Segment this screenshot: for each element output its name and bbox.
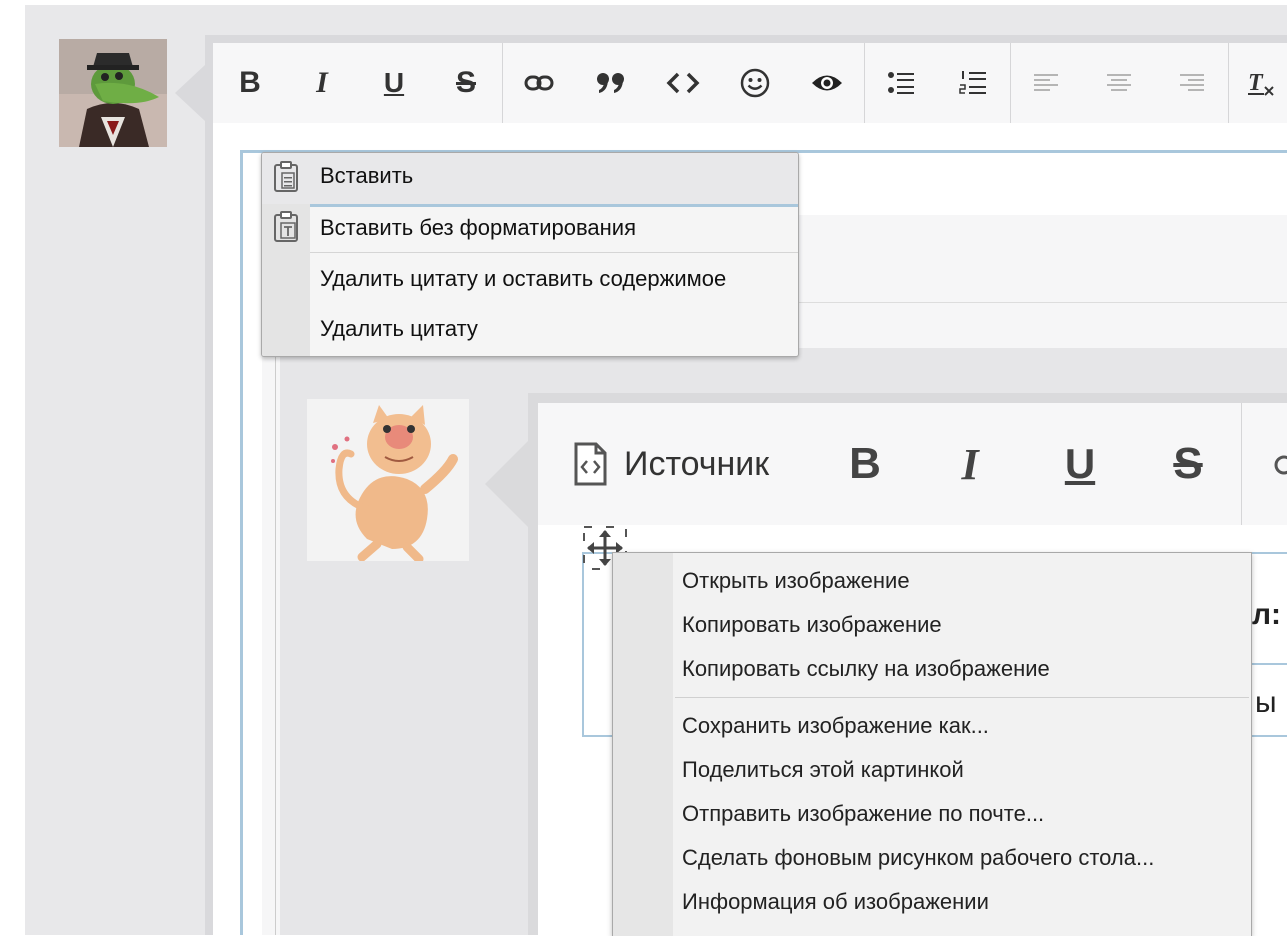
nested-link-icon xyxy=(1274,455,1287,475)
menu-item-paste-plain[interactable]: Вставить без форматирования xyxy=(310,204,798,252)
remove-format-icon: T xyxy=(1248,70,1274,96)
menu-item-label: Поделиться этой картинкой xyxy=(682,757,964,782)
underline-button[interactable]: U xyxy=(364,43,424,123)
nested-italic-button[interactable]: I xyxy=(955,403,985,525)
menu-item-label: Сохранить изображение как... xyxy=(682,713,989,738)
bullet-list-button[interactable] xyxy=(871,43,931,123)
bullet-list-icon xyxy=(888,72,914,94)
svg-text:T: T xyxy=(1248,70,1264,96)
align-center-icon xyxy=(1107,74,1131,91)
nested-underline-glyph: U xyxy=(1064,440,1096,487)
cat-avatar-icon xyxy=(307,399,469,561)
toolbar-separator xyxy=(502,43,503,123)
clipboard-text-icon xyxy=(274,211,298,242)
link-icon xyxy=(524,75,554,91)
menu-item-label: Сделать фоновым рисунком рабочего стола.… xyxy=(682,845,1155,870)
link-button[interactable] xyxy=(509,43,569,123)
menu-item-image-info[interactable]: Информация об изображении xyxy=(673,880,1251,924)
align-right-icon xyxy=(1180,74,1204,91)
eye-icon xyxy=(812,75,842,91)
menu-item-save-image[interactable]: Сохранить изображение как... xyxy=(673,704,1251,748)
image-clipped-text: ы xyxy=(1255,686,1277,719)
menu-item-unquote-keep[interactable]: Удалить цитату и оставить содержимое xyxy=(310,254,798,304)
strike-glyph: S xyxy=(455,66,476,99)
source-doc-icon xyxy=(574,442,607,486)
menu-item-label: Информация об изображении xyxy=(682,889,989,914)
menu-item-email-image[interactable]: Отправить изображение по почте... xyxy=(673,792,1251,836)
menu-item-label: Копировать изображение xyxy=(682,612,942,637)
menu-separator xyxy=(310,252,798,253)
nested-strike-glyph: S xyxy=(1173,439,1203,488)
nested-avatar-pointer xyxy=(485,440,529,528)
crocodile-avatar-icon xyxy=(59,39,167,147)
align-right-button[interactable] xyxy=(1161,43,1221,123)
quote-icon xyxy=(597,73,624,93)
numbered-list-button[interactable] xyxy=(943,43,1003,123)
menu-item-label: Удалить цитату xyxy=(320,316,478,341)
menu-item-label: Вставить xyxy=(320,163,414,188)
menu-item-share-image[interactable]: Поделиться этой картинкой xyxy=(673,748,1251,792)
menu-separator xyxy=(675,697,1249,698)
smiley-icon xyxy=(740,68,770,98)
remove-format-button[interactable]: T xyxy=(1235,43,1287,123)
nested-strike-button[interactable]: S xyxy=(1168,403,1208,525)
toolbar-separator xyxy=(1010,43,1011,123)
menu-item-paste[interactable]: Вставить xyxy=(310,153,798,199)
image-context-menu: Открыть изображение Копировать изображен… xyxy=(612,552,1252,936)
code-icon xyxy=(666,72,700,94)
align-left-icon xyxy=(1034,74,1058,91)
user-avatar[interactable] xyxy=(59,39,167,147)
nested-toolbar-separator xyxy=(1241,403,1242,525)
nested-underline-button[interactable]: U xyxy=(1062,403,1098,525)
quote-button[interactable] xyxy=(581,43,641,123)
quote-left-rule xyxy=(275,302,276,935)
source-button[interactable]: Источник xyxy=(572,403,769,525)
clipboard-icon xyxy=(274,161,298,192)
emoji-button[interactable] xyxy=(725,43,785,123)
nested-user-avatar[interactable] xyxy=(307,399,469,561)
bold-glyph: B xyxy=(239,66,261,99)
nested-link-button[interactable] xyxy=(1272,453,1287,477)
toolbar-separator xyxy=(1228,43,1229,123)
menu-item-copy-image[interactable]: Копировать изображение xyxy=(673,603,1251,647)
nested-bold-button[interactable]: B xyxy=(848,403,882,525)
align-left-button[interactable] xyxy=(1017,43,1077,123)
underline-glyph: U xyxy=(383,67,405,98)
menu-item-delete-quote[interactable]: Удалить цитату xyxy=(310,304,798,354)
nested-bold-glyph: B xyxy=(849,439,881,488)
italic-button[interactable]: I xyxy=(292,43,352,123)
nested-italic-glyph: I xyxy=(961,439,979,489)
menu-item-open-image[interactable]: Открыть изображение xyxy=(673,559,1251,603)
code-button[interactable] xyxy=(653,43,713,123)
paste-plain-icon xyxy=(272,210,300,244)
numbered-list-icon xyxy=(959,71,986,94)
source-label: Источник xyxy=(624,444,770,483)
toolbar-separator xyxy=(864,43,865,123)
outer-toolbar: B I U S T xyxy=(213,43,1287,123)
menu-icon-gutter xyxy=(613,553,673,936)
strike-button[interactable]: S xyxy=(436,43,496,123)
bold-button[interactable]: B xyxy=(220,43,280,123)
menu-item-label: Открыть изображение xyxy=(682,568,910,593)
menu-item-label: Копировать ссылку на изображение xyxy=(682,656,1050,681)
italic-glyph: I xyxy=(316,66,328,99)
avatar-pointer xyxy=(175,65,205,121)
menu-item-copy-image-link[interactable]: Копировать ссылку на изображение xyxy=(673,647,1251,691)
preview-button[interactable] xyxy=(797,43,857,123)
menu-item-label: Удалить цитату и оставить содержимое xyxy=(320,266,727,291)
paste-context-menu: Вставить Вставить без форматирования Уда… xyxy=(261,152,799,357)
menu-item-label: Отправить изображение по почте... xyxy=(682,801,1045,826)
image-clipped-text: л: xyxy=(1252,598,1282,631)
menu-item-set-wallpaper[interactable]: Сделать фоновым рисунком рабочего стола.… xyxy=(673,836,1251,880)
menu-item-label: Вставить без форматирования xyxy=(320,215,636,240)
align-center-button[interactable] xyxy=(1089,43,1149,123)
paste-icon xyxy=(272,160,300,194)
